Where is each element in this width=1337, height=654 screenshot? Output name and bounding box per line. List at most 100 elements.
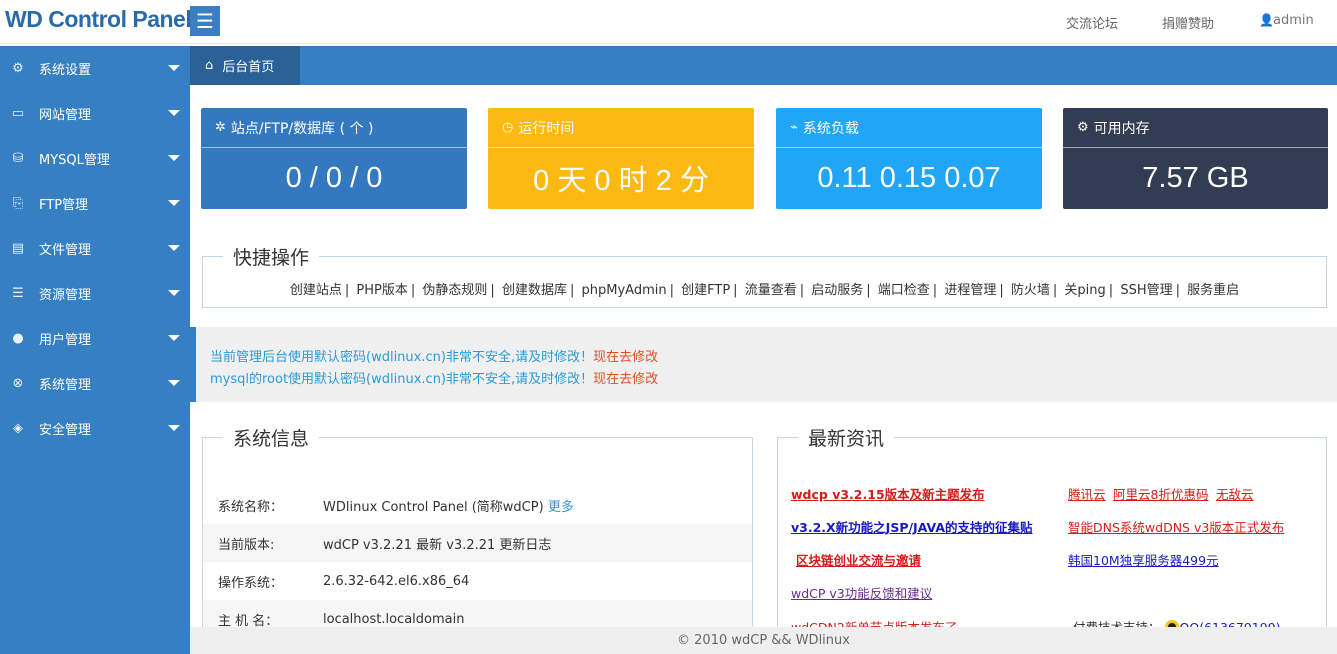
security-alert: 当前管理后台使用默认密码(wdlinux.cn)非常不安全,请及时修改！现在去修… [196, 327, 1337, 402]
quick-link-create-database[interactable]: 创建数据库 [502, 283, 567, 298]
monitor-icon: ▭ [11, 106, 25, 121]
hamburger-icon[interactable]: ☰ [190, 6, 220, 36]
home-icon: ⌂ [205, 58, 214, 73]
alert-text: mysql的root使用默认密码(wdlinux.cn)非常不安全,请及时修改！ [210, 372, 594, 387]
info-value: 2.6.32-642.el6.x86_64 [323, 573, 470, 589]
caret-down-icon [168, 245, 180, 251]
more-link[interactable]: 更多 [548, 500, 574, 515]
quick-actions-panel: 快捷操作 创建站点 | PHP版本 | 伪静态规则 | 创建数据库 | phpMyAdm… [202, 243, 1327, 308]
alert-line: 当前管理后台使用默认密码(wdlinux.cn)非常不安全,请及时修改！现在去修… [210, 346, 658, 365]
sidebar-item-system-settings[interactable]: ⚙ 系统设置 [0, 46, 190, 91]
info-key: 操作系统： [218, 575, 284, 591]
news-link[interactable]: 腾讯云 [1068, 484, 1106, 503]
caret-down-icon [168, 380, 180, 386]
system-info-title: 系统信息 [233, 428, 310, 450]
quick-link-create-site[interactable]: 创建站点 [290, 283, 342, 298]
sidebar-item-website[interactable]: ▭ 网站管理 [0, 91, 190, 136]
quick-link-create-ftp[interactable]: 创建FTP [681, 283, 730, 298]
alert-fix-link[interactable]: 现在去修改 [593, 372, 658, 387]
stat-value: 7.57 GB [1142, 161, 1249, 194]
sidebar-item-label: MYSQL管理 [39, 153, 110, 168]
top-bar: WD Control Panel ☰ 交流论坛 捐赠赞助 👤admin [0, 0, 1337, 44]
alert-fix-link[interactable]: 现在去修改 [593, 350, 658, 365]
sidebar-item-label: 网站管理 [39, 108, 92, 123]
caret-down-icon [168, 65, 180, 71]
quick-actions-links: 创建站点 | PHP版本 | 伪静态规则 | 创建数据库 | phpMyAdmin | 创… [289, 283, 1240, 298]
breadcrumb-home[interactable]: ⌂ 后台首页 [190, 46, 300, 85]
quick-link-disable-ping[interactable]: 关ping [1064, 283, 1105, 298]
caret-down-icon [168, 110, 180, 116]
quick-link-phpmyadmin[interactable]: phpMyAdmin [582, 283, 667, 298]
app-logo[interactable]: WD Control Panel [5, 6, 192, 33]
sidebar-item-label: 用户管理 [39, 333, 92, 348]
caret-down-icon [168, 290, 180, 296]
info-value: localhost.localdomain [323, 611, 465, 627]
breadcrumb-label: 后台首页 [222, 60, 275, 75]
quick-link-traffic[interactable]: 流量查看 [745, 283, 797, 298]
caret-down-icon [168, 425, 180, 431]
quick-link-processes[interactable]: 进程管理 [944, 283, 996, 298]
admin-username: admin [1273, 13, 1314, 28]
file-icon: ▤ [11, 241, 25, 256]
stat-title: 可用内存 [1093, 120, 1150, 137]
news-link[interactable]: v3.2.X新功能之JSP/JAVA的支持的征集贴 [791, 517, 1033, 536]
donate-link[interactable]: 捐赠赞助 [1162, 13, 1214, 32]
alert-line: mysql的root使用默认密码(wdlinux.cn)非常不安全,请及时修改！… [210, 368, 658, 387]
sidebar-item-label: 资源管理 [39, 288, 92, 303]
info-key: 主 机 名： [218, 613, 279, 629]
sidebar-item-security[interactable]: ◈ 安全管理 [0, 406, 190, 451]
news-link[interactable]: wdcp v3.2.15版本及新主题发布 [791, 484, 985, 503]
caret-down-icon [168, 200, 180, 206]
news-link[interactable]: 阿里云8折优惠码 [1113, 484, 1208, 503]
stat-value: 0.11 0.15 0.07 [817, 161, 1001, 194]
clock-icon: ◷ [502, 120, 514, 135]
news-link[interactable]: 智能DNS系统wdDNS v3版本正式发布 [1068, 517, 1284, 536]
info-value: wdCP v3.2.21 最新 v3.2.21 更新日志 [323, 537, 552, 553]
quick-link-php-version[interactable]: PHP版本 [356, 283, 407, 298]
sidebar-item-label: 系统管理 [39, 378, 92, 393]
news-link[interactable]: 韩国10M独享服务器499元 [1068, 550, 1219, 569]
sidebar-item-resources[interactable]: ☰ 资源管理 [0, 271, 190, 316]
stat-title: 系统负载 [802, 120, 859, 137]
stat-card-memory: ⚙ 可用内存 7.57 GB [1063, 108, 1328, 209]
stat-title: 运行时间 [518, 120, 575, 137]
pulse-icon: ⌁ [790, 120, 798, 135]
news-panel: 最新资讯 wdcp v3.2.15版本及新主题发布 v3.2.X新功能之JSP/… [777, 424, 1327, 635]
admin-user-menu[interactable]: 👤admin [1259, 13, 1314, 28]
quick-link-restart-services[interactable]: 服务重启 [1187, 283, 1239, 298]
caret-down-icon [168, 335, 180, 341]
news-title: 最新资讯 [808, 428, 885, 450]
caret-down-icon [168, 155, 180, 161]
news-link[interactable]: 无敌云 [1216, 484, 1254, 503]
info-key: 当前版本: [218, 537, 275, 553]
quick-link-start-services[interactable]: 启动服务 [811, 283, 863, 298]
quick-link-ssh[interactable]: SSH管理 [1120, 283, 1172, 298]
news-link[interactable]: wdCP v3功能反馈和建议 [791, 583, 932, 602]
sidebar: ⚙ 系统设置 ▭ 网站管理 ⛁ MYSQL管理 ⎘ FTP管理 ▤ 文件管理 ☰… [0, 46, 190, 654]
stat-value: 0 天 0 时 2 分 [533, 165, 709, 197]
sites-icon: ✲ [215, 120, 226, 135]
info-row: 操作系统： 2.6.32-642.el6.x86_64 [203, 562, 752, 600]
user-icon: ● [12, 331, 24, 346]
system-icon: ⊗ [12, 376, 24, 391]
quick-link-port-check[interactable]: 端口检查 [878, 283, 930, 298]
info-value: WDlinux Control Panel (简称wdCP) [323, 499, 544, 515]
quick-actions-title: 快捷操作 [233, 247, 310, 269]
stat-title: 站点/FTP/数据库 ( 个 ) [230, 120, 374, 137]
info-row: 当前版本: wdCP v3.2.21 最新 v3.2.21 更新日志 [203, 524, 752, 562]
forum-link[interactable]: 交流论坛 [1066, 13, 1118, 32]
sidebar-item-system-admin[interactable]: ⊗ 系统管理 [0, 361, 190, 406]
stat-value: 0 / 0 / 0 [285, 161, 383, 194]
footer: © 2010 wdCP && WDlinux [190, 627, 1337, 654]
sidebar-item-files[interactable]: ▤ 文件管理 [0, 226, 190, 271]
footer-text: © 2010 wdCP && WDlinux [677, 633, 850, 648]
quick-link-rewrite-rules[interactable]: 伪静态规则 [422, 283, 487, 298]
sidebar-item-ftp[interactable]: ⎘ FTP管理 [0, 181, 190, 226]
news-link[interactable]: 区块链创业交流与邀请 [796, 550, 921, 569]
sidebar-item-users[interactable]: ● 用户管理 [0, 316, 190, 361]
sidebar-item-label: 系统设置 [39, 63, 92, 78]
system-info-panel: 系统信息 系统名称： WDlinux Control Panel (简称wdCP… [202, 424, 753, 638]
breadcrumb-bar: ⌂ 后台首页 [190, 46, 1337, 85]
quick-link-firewall[interactable]: 防火墙 [1011, 283, 1050, 298]
sidebar-item-mysql[interactable]: ⛁ MYSQL管理 [0, 136, 190, 181]
